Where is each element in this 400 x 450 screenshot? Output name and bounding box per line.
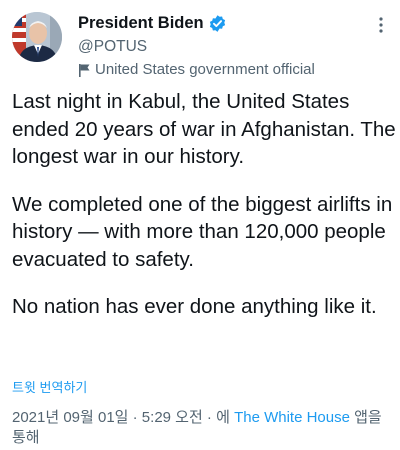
verified-badge-icon [208, 14, 227, 33]
via-prefix: 에 [216, 409, 235, 426]
author-handle[interactable]: @POTUS [78, 38, 147, 56]
tweet-text: Last night in Kabul, the United States e… [12, 88, 396, 321]
source-app-link[interactable]: The White House [234, 409, 350, 426]
tweet-paragraph: No nation has ever done anything like it… [12, 295, 377, 318]
flag-icon [78, 63, 91, 77]
tweet-paragraph: We completed one of the biggest airlifts… [12, 192, 393, 271]
tweet-paragraph: Last night in Kabul, the United States e… [12, 90, 396, 168]
account-label-text: United States government official [95, 61, 315, 78]
author-name-row: President Biden [78, 14, 227, 33]
tweet-metadata: 2021년 09월 01일 · 5:29 오전 · 에 The White Ho… [12, 408, 392, 448]
tweet-header: President Biden @POTUS United States gov… [0, 0, 400, 80]
more-vertical-icon[interactable] [372, 14, 390, 36]
translate-tweet-link[interactable]: 트윗 번역하기 [12, 377, 87, 396]
tweet-timestamp[interactable]: 2021년 09월 01일 · 5:29 오전 · [12, 409, 216, 426]
avatar[interactable] [12, 12, 62, 62]
account-label: United States government official [78, 61, 315, 78]
author-display-name[interactable]: President Biden [78, 14, 204, 33]
